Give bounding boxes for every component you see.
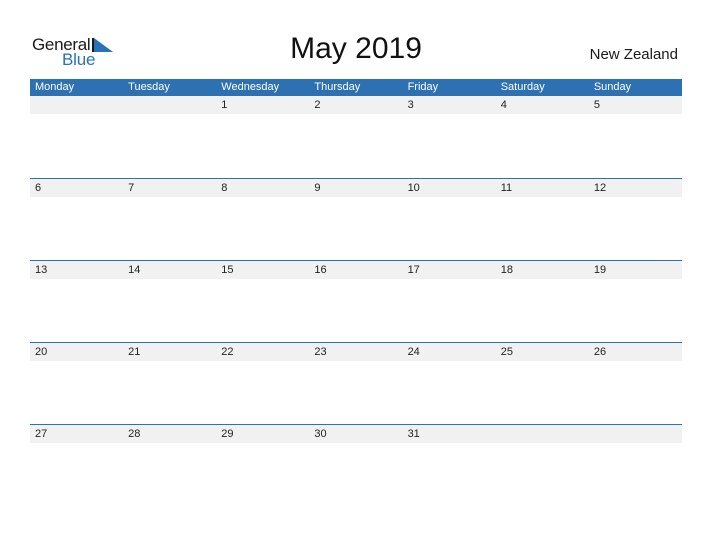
day-cell: 23 [314, 346, 327, 358]
date-strip: 1 2 3 4 5 [30, 96, 682, 114]
day-cell: 11 [500, 182, 513, 194]
day-cell [496, 425, 589, 443]
day-cell: 1 [221, 99, 228, 111]
weekday-thursday: Thursday [314, 81, 361, 93]
week-row: 1 2 3 4 5 [30, 96, 682, 178]
week-row: 20 21 22 23 24 25 26 [30, 342, 682, 424]
weekday-sunday: Sunday [593, 81, 632, 93]
weekday-monday: Monday [35, 81, 75, 93]
day-cell: 6 [35, 182, 42, 194]
day-cell: 16 [314, 264, 327, 276]
day-cell: 31 [407, 428, 420, 440]
week-row: 13 14 15 16 17 18 19 [30, 260, 682, 342]
day-cell: 25 [500, 346, 513, 358]
weekday-saturday: Saturday [500, 81, 545, 93]
weekday-friday: Friday [407, 81, 439, 93]
day-cell: 8 [221, 182, 228, 194]
day-cell [30, 96, 123, 114]
day-cell: 18 [500, 264, 513, 276]
day-cell: 30 [314, 428, 327, 440]
day-cell: 4 [500, 99, 507, 111]
date-strip: 6 7 8 9 10 11 12 [30, 179, 682, 197]
day-cell: 2 [314, 99, 321, 111]
day-cell: 28 [128, 428, 141, 440]
day-cell: 17 [407, 264, 420, 276]
day-cell: 10 [407, 182, 420, 194]
day-cell: 9 [314, 182, 321, 194]
weekday-tuesday: Tuesday [128, 81, 170, 93]
date-strip: 20 21 22 23 24 25 26 [30, 343, 682, 361]
week-row: 6 7 8 9 10 11 12 [30, 178, 682, 260]
weekday-header-row: Monday Tuesday Wednesday Thursday Friday… [30, 79, 682, 96]
day-cell: 7 [128, 182, 135, 194]
day-cell: 5 [593, 99, 600, 111]
date-strip: 27 28 29 30 31 [30, 425, 682, 443]
calendar-grid: Monday Tuesday Wednesday Thursday Friday… [30, 79, 682, 506]
country-label: New Zealand [589, 46, 678, 63]
day-cell [589, 425, 682, 443]
day-cell: 15 [221, 264, 234, 276]
day-cell: 26 [593, 346, 607, 358]
day-cell: 24 [407, 346, 420, 358]
day-cell: 13 [35, 264, 48, 276]
day-cell: 22 [221, 346, 234, 358]
day-cell: 20 [35, 346, 48, 358]
date-strip: 13 14 15 16 17 18 19 [30, 261, 682, 279]
week-row: 27 28 29 30 31 [30, 424, 682, 506]
day-cell: 3 [407, 99, 414, 111]
day-cell: 27 [35, 428, 48, 440]
day-cell [123, 96, 216, 114]
day-cell: 29 [221, 428, 234, 440]
day-cell: 19 [593, 264, 607, 276]
day-cell: 12 [593, 182, 607, 194]
day-cell: 14 [128, 264, 141, 276]
day-cell: 21 [128, 346, 141, 358]
weekday-wednesday: Wednesday [221, 81, 280, 93]
